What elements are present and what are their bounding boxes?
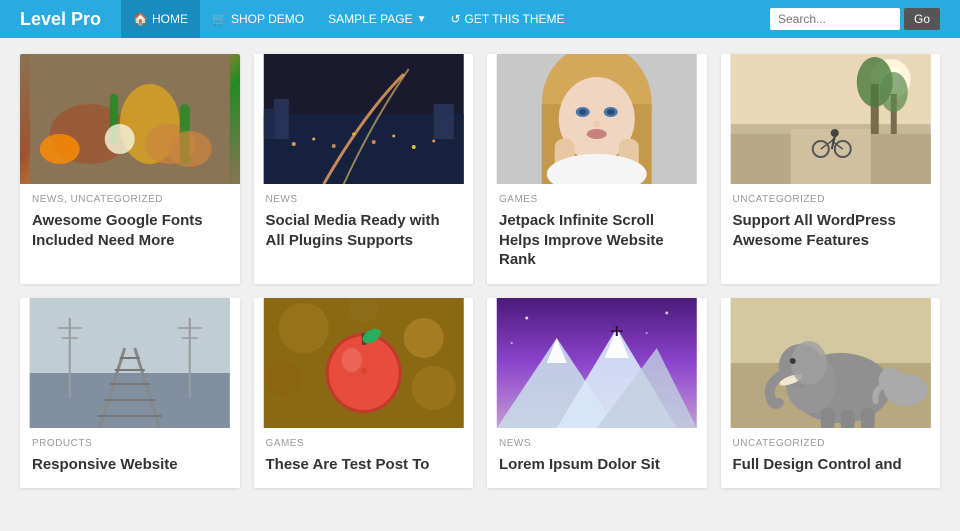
post-category-2: NEWS [266,194,462,205]
post-title-1: Awesome Google Fonts Included Need More [32,211,228,250]
post-card-7[interactable]: NEWS Lorem Ipsum Dolor Sit [487,298,707,489]
nav-sample-label: SAMPLE PAGE [328,12,412,26]
post-category-1: NEWS, UNCATEGORIZED [32,194,228,205]
post-body-2: NEWS Social Media Ready with All Plugins… [254,184,474,264]
post-body-8: UNCATEGORIZED Full Design Control and [721,428,941,489]
nav-theme-label: GET THIS THEME [465,12,565,26]
post-card-5[interactable]: PRODUCTS Responsive Website [20,298,240,489]
post-title-6: These Are Test Post To [266,455,462,475]
cart-icon: 🛒 [212,12,227,26]
post-body-1: NEWS, UNCATEGORIZED Awesome Google Fonts… [20,184,240,264]
home-icon: 🏠 [133,12,148,26]
header: Level Pro 🏠 HOME 🛒 SHOP DEMO SAMPLE PAGE… [0,0,960,38]
post-card-6[interactable]: GAMES These Are Test Post To [254,298,474,489]
post-image-2 [254,54,474,184]
post-title-3: Jetpack Infinite Scroll Helps Improve We… [499,211,695,270]
chevron-down-icon: ▼ [417,14,427,25]
nav-get-theme[interactable]: ↺ GET THIS THEME [438,0,576,38]
post-title-5: Responsive Website [32,455,228,475]
post-image-3 [487,54,707,184]
post-category-3: GAMES [499,194,695,205]
refresh-icon: ↺ [450,12,460,26]
search-area: Go [770,8,940,30]
post-category-5: PRODUCTS [32,438,228,449]
search-button[interactable]: Go [904,8,940,30]
post-image-4 [721,54,941,184]
post-image-6 [254,298,474,428]
post-card-1[interactable]: NEWS, UNCATEGORIZED Awesome Google Fonts… [20,54,240,284]
post-card-3[interactable]: GAMES Jetpack Infinite Scroll Helps Impr… [487,54,707,284]
main-content: NEWS, UNCATEGORIZED Awesome Google Fonts… [0,38,960,504]
post-body-6: GAMES These Are Test Post To [254,428,474,489]
nav-home[interactable]: 🏠 HOME [121,0,200,38]
post-image-1 [20,54,240,184]
nav-sample-page[interactable]: SAMPLE PAGE ▼ [316,0,438,38]
post-category-7: NEWS [499,438,695,449]
post-category-8: UNCATEGORIZED [733,438,929,449]
post-category-6: GAMES [266,438,462,449]
nav-shop-demo[interactable]: 🛒 SHOP DEMO [200,0,316,38]
posts-grid-row2: PRODUCTS Responsive Website [20,298,940,489]
post-title-8: Full Design Control and [733,455,929,475]
site-logo[interactable]: Level Pro [20,9,101,30]
post-title-7: Lorem Ipsum Dolor Sit [499,455,695,475]
post-body-5: PRODUCTS Responsive Website [20,428,240,489]
post-card-2[interactable]: NEWS Social Media Ready with All Plugins… [254,54,474,284]
post-body-7: NEWS Lorem Ipsum Dolor Sit [487,428,707,489]
main-nav: 🏠 HOME 🛒 SHOP DEMO SAMPLE PAGE ▼ ↺ GET T… [121,0,770,38]
nav-home-label: HOME [152,12,188,26]
post-body-3: GAMES Jetpack Infinite Scroll Helps Impr… [487,184,707,284]
post-title-2: Social Media Ready with All Plugins Supp… [266,211,462,250]
post-title-4: Support All WordPress Awesome Features [733,211,929,250]
post-card-8[interactable]: UNCATEGORIZED Full Design Control and [721,298,941,489]
post-image-7 [487,298,707,428]
post-image-8 [721,298,941,428]
search-input[interactable] [770,8,900,30]
post-body-4: UNCATEGORIZED Support All WordPress Awes… [721,184,941,264]
posts-grid-row1: NEWS, UNCATEGORIZED Awesome Google Fonts… [20,54,940,284]
nav-shop-label: SHOP DEMO [231,12,304,26]
post-card-4[interactable]: UNCATEGORIZED Support All WordPress Awes… [721,54,941,284]
post-category-4: UNCATEGORIZED [733,194,929,205]
post-image-5 [20,298,240,428]
